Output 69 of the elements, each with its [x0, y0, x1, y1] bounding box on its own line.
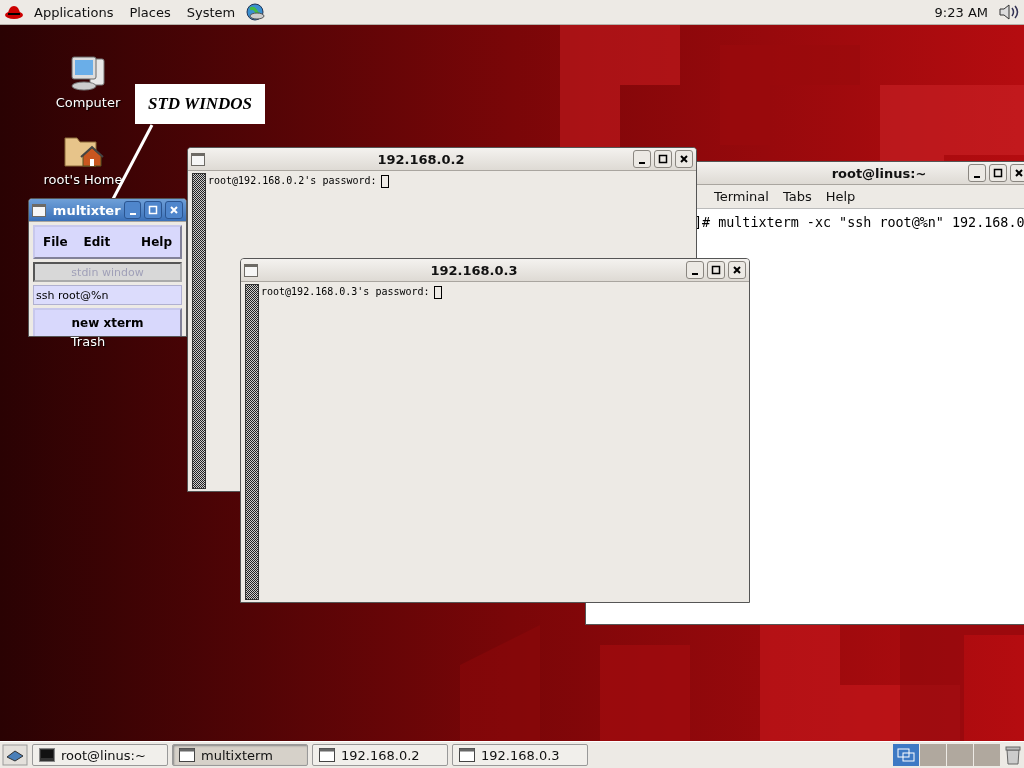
window-thumbnail-icon — [897, 748, 915, 762]
window-icon — [459, 748, 475, 762]
window-title: 192.168.0.2 — [377, 151, 465, 167]
taskbar-button[interactable]: multixterm — [172, 744, 308, 766]
window-menu-icon[interactable] — [191, 152, 205, 166]
menu-item[interactable]: Edit — [83, 235, 111, 249]
menu-item[interactable]: Tabs — [782, 189, 812, 204]
minimize-icon — [129, 213, 136, 215]
close-button[interactable] — [675, 150, 693, 168]
close-icon — [169, 205, 180, 215]
taskbar-button[interactable]: 192.168.0.3 — [452, 744, 588, 766]
window-menu-icon[interactable] — [244, 263, 258, 277]
maximize-icon — [711, 265, 721, 275]
maximize-icon — [993, 168, 1003, 178]
new-xterm-button[interactable]: new xterm — [33, 308, 182, 336]
window-icon — [179, 748, 195, 762]
minimize-icon — [974, 176, 980, 178]
maximize-button[interactable] — [989, 164, 1007, 182]
clock[interactable]: 9:23 AM — [928, 4, 994, 20]
close-button[interactable] — [165, 201, 183, 219]
taskbar-button[interactable]: 192.168.0.2 — [312, 744, 448, 766]
maximize-button[interactable] — [144, 201, 163, 219]
window-title: 192.168.0.3 — [430, 262, 518, 278]
icon-label[interactable]: Trash — [67, 334, 109, 349]
text-cursor — [433, 286, 442, 299]
window-title: multixter — [52, 202, 121, 218]
volume-icon[interactable] — [998, 3, 1020, 21]
taskbar-button[interactable]: root@linus:~ — [32, 744, 168, 766]
terminal-icon — [39, 748, 55, 762]
close-button[interactable] — [1010, 164, 1024, 182]
minimize-button[interactable] — [633, 150, 651, 168]
callout-label: STD WINDOS — [135, 84, 265, 124]
panel-menu[interactable]: System — [180, 2, 242, 22]
show-desktop-icon[interactable] — [2, 744, 28, 766]
minimize-button[interactable] — [123, 201, 142, 219]
globe-icon[interactable] — [245, 2, 266, 22]
menu-item[interactable]: Help — [141, 235, 172, 249]
menu-item[interactable]: Terminal — [714, 189, 769, 204]
close-button[interactable] — [728, 261, 746, 279]
maximize-icon — [148, 205, 159, 215]
close-icon — [679, 154, 689, 164]
terminal-line: ]# multixterm -xc "ssh root@%n" 192.168.0 — [694, 215, 1024, 230]
scrollbar[interactable] — [192, 173, 206, 489]
minimize-icon — [692, 273, 698, 275]
close-icon — [732, 265, 742, 275]
window-title: root@linus:~ — [831, 165, 927, 181]
terminal-line: root@192.168.0.2's password: — [208, 175, 377, 186]
menu-item[interactable]: File — [43, 235, 68, 249]
hat-logo-icon[interactable] — [4, 3, 24, 21]
terminal-line: root@192.168.0.3's password: — [261, 286, 430, 297]
close-icon — [1014, 168, 1024, 178]
workspace[interactable] — [893, 744, 919, 766]
minimize-button[interactable] — [686, 261, 704, 279]
panel-menu[interactable]: Applications — [28, 2, 120, 22]
menu-item[interactable]: Help — [825, 189, 856, 204]
icon-label[interactable]: Computer — [52, 95, 124, 110]
panel-menu[interactable]: Places — [123, 2, 177, 22]
trash-icon[interactable] — [1004, 745, 1022, 765]
scrollbar[interactable] — [245, 284, 259, 600]
window-icon — [319, 748, 335, 762]
window-menu-icon[interactable] — [32, 203, 46, 217]
maximize-button[interactable] — [707, 261, 725, 279]
icon-label[interactable]: root's Home — [40, 172, 126, 187]
text-cursor — [380, 175, 389, 188]
minimize-icon — [639, 162, 645, 164]
command-field[interactable]: ssh root@%n — [33, 285, 182, 305]
maximize-icon — [658, 154, 668, 164]
maximize-button[interactable] — [654, 150, 672, 168]
minimize-button[interactable] — [968, 164, 986, 182]
